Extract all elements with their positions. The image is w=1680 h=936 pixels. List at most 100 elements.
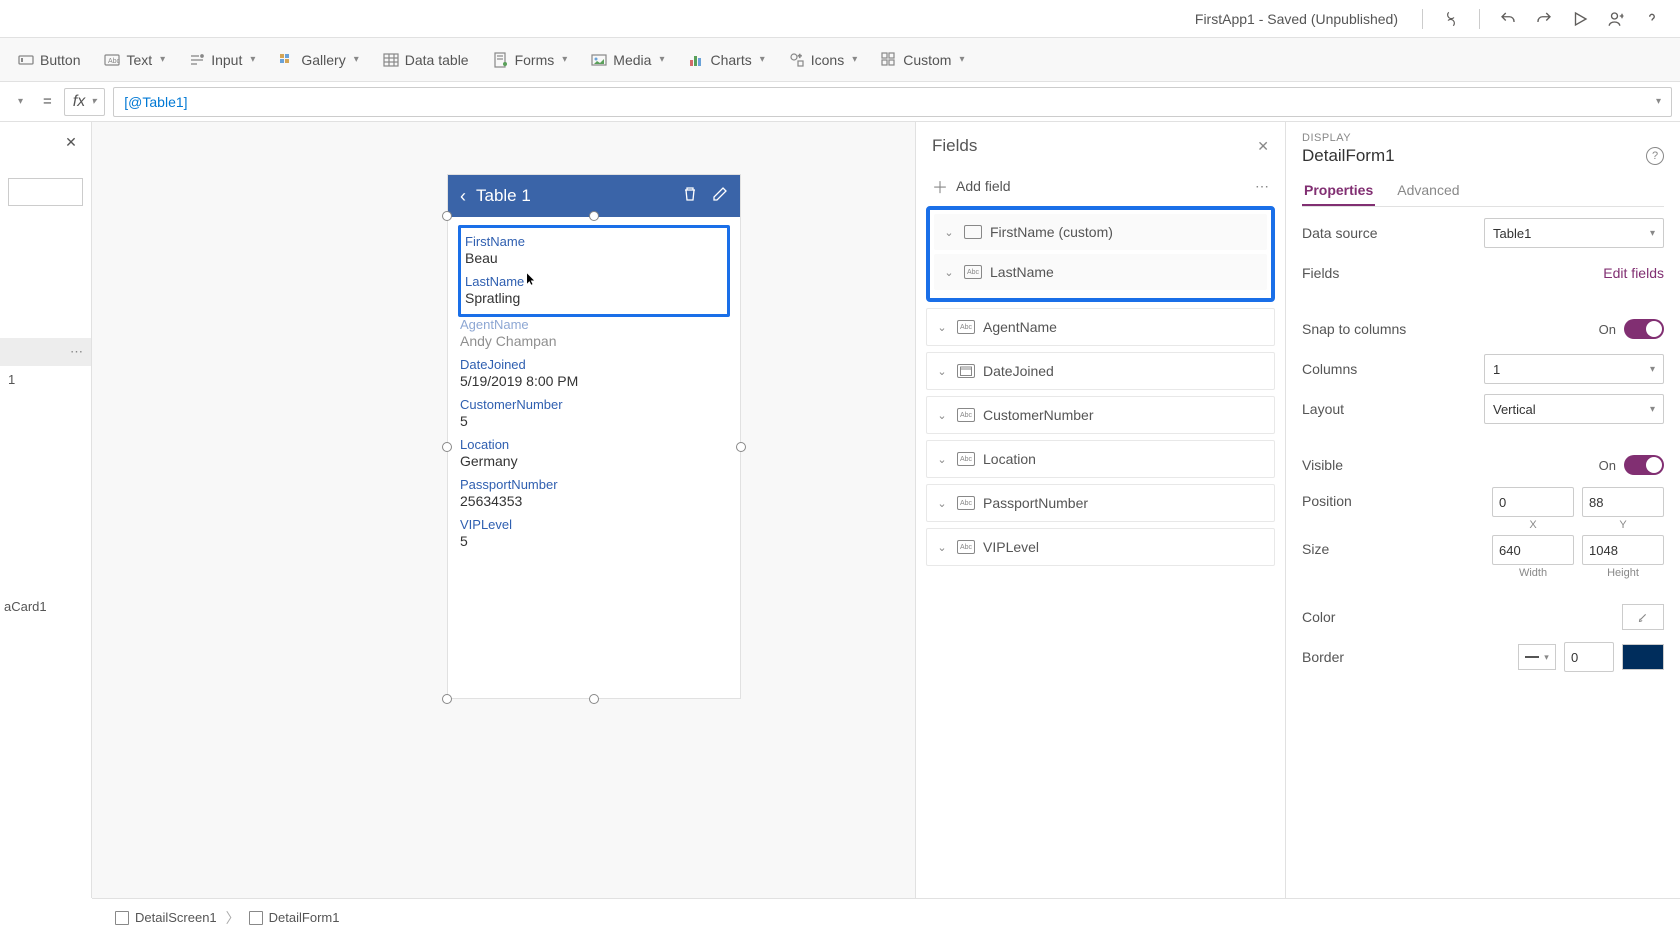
selection-handle[interactable] xyxy=(589,211,599,221)
insert-input[interactable]: Input ▾ xyxy=(179,46,265,74)
breadcrumb-screen[interactable]: DetailScreen1 xyxy=(104,905,228,930)
help-icon[interactable]: ? xyxy=(1646,147,1664,165)
icons-icon: + xyxy=(789,52,805,68)
color-picker[interactable] xyxy=(1622,604,1664,630)
phone-frame[interactable]: ‹ Table 1 FirstName Beau LastName Spr xyxy=(447,174,741,699)
insert-charts[interactable]: Charts ▾ xyxy=(678,46,774,74)
size-height-input[interactable]: 1048 xyxy=(1582,535,1664,565)
field-item-agentname[interactable]: ⌄ Abc AgentName xyxy=(926,308,1275,346)
field-item-passportnumber[interactable]: ⌄ Abc PassportNumber xyxy=(926,484,1275,522)
more-icon[interactable]: ⋯ xyxy=(1255,178,1269,195)
forms-label: Forms xyxy=(515,52,555,68)
back-icon[interactable]: ‹ xyxy=(460,186,466,207)
pos-y-label: Y xyxy=(1619,519,1626,531)
divider xyxy=(1479,9,1480,29)
svg-text:Abc: Abc xyxy=(108,58,120,65)
insert-data-table[interactable]: Data table xyxy=(373,46,479,74)
canvas[interactable]: ‹ Table 1 FirstName Beau LastName Spr xyxy=(92,122,915,898)
insert-forms[interactable]: Forms ▾ xyxy=(483,46,578,74)
field-name: AgentName xyxy=(983,319,1057,335)
insert-media[interactable]: Media ▾ xyxy=(581,46,674,74)
play-icon[interactable] xyxy=(1564,3,1596,35)
data-card-viplevel[interactable]: VIPLevel 5 xyxy=(458,513,730,553)
selection-handle[interactable] xyxy=(442,211,452,221)
tree-item-card[interactable]: aCard1 xyxy=(0,593,91,620)
breadcrumb-form[interactable]: DetailForm1 xyxy=(238,905,351,930)
field-item-datejoined[interactable]: ⌄ DateJoined xyxy=(926,352,1275,390)
redo-icon[interactable] xyxy=(1528,3,1560,35)
insert-button[interactable]: Button xyxy=(8,46,90,74)
card-value: 5/19/2019 8:00 PM xyxy=(460,373,728,389)
prop-position: Position 0 X 88 Y xyxy=(1302,487,1664,531)
field-item-customernumber[interactable]: ⌄ Abc CustomerNumber xyxy=(926,396,1275,434)
data-table-label: Data table xyxy=(405,52,469,68)
border-style-select[interactable]: ▾ xyxy=(1518,644,1556,670)
share-icon[interactable] xyxy=(1600,3,1632,35)
border-color-picker[interactable] xyxy=(1622,644,1664,670)
more-icon[interactable]: ⋯ xyxy=(70,344,83,360)
data-card-firstname[interactable]: FirstName Beau xyxy=(463,230,725,270)
chevron-down-icon: ▾ xyxy=(852,54,857,65)
columns-select[interactable]: 1 ▾ xyxy=(1484,354,1664,384)
close-tree-icon[interactable]: ✕ xyxy=(59,130,83,154)
prop-label: Layout xyxy=(1302,401,1484,417)
selection-handle[interactable] xyxy=(442,694,452,704)
date-type-icon xyxy=(957,364,975,378)
insert-icons[interactable]: + Icons ▾ xyxy=(779,46,868,74)
size-width-input[interactable]: 640 xyxy=(1492,535,1574,565)
selection-handle[interactable] xyxy=(736,442,746,452)
data-card-lastname[interactable]: LastName Spratling xyxy=(463,270,725,310)
field-item-firstname[interactable]: ⌄ FirstName (custom) xyxy=(934,214,1267,250)
title-bar: FirstApp1 - Saved (Unpublished) xyxy=(0,0,1680,38)
button-icon xyxy=(18,52,34,68)
formula-text: [@Table1] xyxy=(124,94,187,110)
media-label: Media xyxy=(613,52,651,68)
position-y-input[interactable]: 88 xyxy=(1582,487,1664,517)
data-table-icon xyxy=(383,52,399,68)
property-selector[interactable]: ▾ xyxy=(8,92,31,111)
chevron-down-icon: ⌄ xyxy=(935,321,949,334)
tree-search-input[interactable] xyxy=(8,178,83,206)
data-source-select[interactable]: Table1 ▾ xyxy=(1484,218,1664,248)
undo-icon[interactable] xyxy=(1492,3,1524,35)
tab-advanced[interactable]: Advanced xyxy=(1395,176,1461,206)
field-item-viplevel[interactable]: ⌄ Abc VIPLevel xyxy=(926,528,1275,566)
tab-properties[interactable]: Properties xyxy=(1302,176,1375,206)
prop-label: Columns xyxy=(1302,361,1484,377)
tree-item[interactable]: 1 xyxy=(0,366,91,393)
field-item-location[interactable]: ⌄ Abc Location xyxy=(926,440,1275,478)
visible-toggle[interactable] xyxy=(1624,455,1664,475)
insert-gallery[interactable]: Gallery ▾ xyxy=(269,46,368,74)
help-icon[interactable] xyxy=(1636,3,1668,35)
control-name: DetailForm1 xyxy=(1302,146,1395,166)
data-card-agentname[interactable]: AgentName Andy Champan xyxy=(458,313,730,353)
gallery-icon xyxy=(279,52,295,68)
border-width-input[interactable]: 0 xyxy=(1564,642,1614,672)
formula-input[interactable]: [@Table1] ▾ xyxy=(113,87,1672,117)
selection-handle[interactable] xyxy=(589,694,599,704)
field-item-lastname[interactable]: ⌄ Abc LastName xyxy=(934,254,1267,290)
insert-custom[interactable]: Custom ▾ xyxy=(871,46,974,74)
text-label: Text xyxy=(126,52,152,68)
data-card-passportnumber[interactable]: PassportNumber 25634353 xyxy=(458,473,730,513)
position-x-input[interactable]: 0 xyxy=(1492,487,1574,517)
close-fields-icon[interactable]: ✕ xyxy=(1257,138,1269,155)
fx-button[interactable]: fx ▾ xyxy=(64,88,105,116)
charts-icon xyxy=(688,52,704,68)
selection-handle[interactable] xyxy=(442,442,452,452)
edit-icon[interactable] xyxy=(712,186,728,207)
add-field-button[interactable]: ＋ Add field xyxy=(932,174,1011,198)
tree-item-selected[interactable]: ⋯ xyxy=(0,338,91,366)
app-checker-icon[interactable] xyxy=(1435,3,1467,35)
chevron-down-icon: ⌄ xyxy=(935,453,949,466)
insert-text[interactable]: Abc Text ▾ xyxy=(94,46,175,74)
svg-text:+: + xyxy=(798,54,802,60)
custom-icon xyxy=(881,52,897,68)
snap-toggle[interactable] xyxy=(1624,319,1664,339)
data-card-datejoined[interactable]: DateJoined 5/19/2019 8:00 PM xyxy=(458,353,730,393)
layout-select[interactable]: Vertical ▾ xyxy=(1484,394,1664,424)
edit-fields-link[interactable]: Edit fields xyxy=(1603,265,1664,281)
delete-icon[interactable] xyxy=(682,186,698,207)
data-card-location[interactable]: Location Germany xyxy=(458,433,730,473)
data-card-customernumber[interactable]: CustomerNumber 5 xyxy=(458,393,730,433)
